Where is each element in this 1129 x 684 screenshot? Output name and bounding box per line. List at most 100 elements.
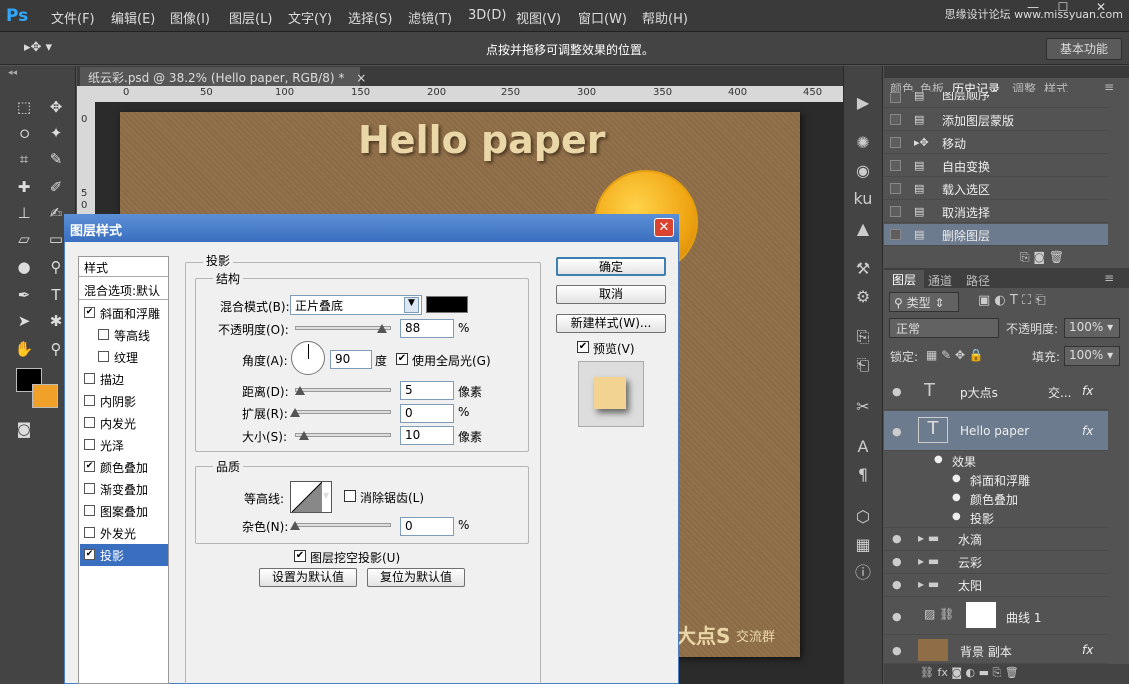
knockout-checkbox[interactable]: ✔ [294,550,306,562]
menu-edit[interactable]: 编辑(E) [111,8,155,27]
style-checkbox[interactable] [84,505,95,516]
filter-icons[interactable]: ▣ ◐ T ⛶ ⎗ [978,293,1046,308]
style-item[interactable]: ✔ 投影 [80,544,168,566]
styles-header[interactable]: 样式 [84,259,108,276]
visibility-eye-icon[interactable]: ● [952,511,961,522]
menu-type[interactable]: 文字(Y) [288,8,332,27]
maximize-button[interactable]: ☐ [1052,0,1074,16]
minimize-button[interactable]: — [1022,0,1044,16]
path-select-tool-icon[interactable]: ➤ [12,310,36,332]
history-item[interactable]: ▤ 载入选区 [884,178,1108,200]
style-checkbox[interactable]: ✔ [84,461,95,472]
quick-mask-icon[interactable]: ◙ [12,418,36,440]
knockout-label[interactable]: 图层挖空投影(U) [310,549,400,566]
menu-view[interactable]: 视图(V) [516,8,561,27]
opacity-input[interactable]: 100% ▾ [1064,318,1120,338]
opacity-slider-thumb[interactable] [377,324,387,333]
size-input[interactable]: 10 [400,426,454,445]
history-item[interactable]: ▤ 图层顺序 [884,92,1108,108]
history-item[interactable]: ▤ 自由变换 [884,155,1108,177]
style-item[interactable]: 内阴影 [80,390,168,412]
menu-layer[interactable]: 图层(L) [229,8,272,27]
group-row[interactable]: ● ▸ ▬ 云彩 [884,551,1108,574]
history-item-selected[interactable]: ▤ 删除图层 [884,224,1108,246]
dialog-close-button[interactable]: ✕ [654,218,674,237]
clone-source-icon[interactable]: ⎘ [850,326,876,348]
move-tool-icon[interactable]: ✥ [44,96,68,118]
filter-kind-select[interactable]: ⚲ 类型 ⇕ [889,292,959,312]
visibility-eye-icon[interactable]: ● [892,425,902,438]
history-item[interactable]: ▤ 取消选择 [884,201,1108,223]
style-item[interactable]: 内发光 [80,412,168,434]
crop-tool-icon[interactable]: ⌗ [12,148,36,170]
make-default-button[interactable]: 设置为默认值 [259,568,357,587]
play-icon[interactable]: ▶ [850,92,876,114]
measurement-icon[interactable]: ▦ [850,534,876,556]
healing-brush-icon[interactable]: ✚ [12,176,36,198]
lasso-tool-icon[interactable]: ഠ [12,122,36,144]
layers-footer-icons[interactable]: ⛓ fx ◙ ◐ ▬ ⎘ 🗑 [884,664,1129,684]
effect-row[interactable]: ● 投影 [884,509,1108,528]
tool-preset-icon[interactable]: ⚙ [850,286,876,308]
close-window-button[interactable]: ✕ [1090,0,1112,16]
adjustment-layer-row[interactable]: ● ▨ ⛓ 曲线 1 [884,597,1108,635]
brush-tool-icon[interactable]: ✐ [44,176,68,198]
preview-label[interactable]: 预览(V) [593,340,635,357]
style-item[interactable]: 等高线 [80,324,168,346]
style-checkbox[interactable] [84,527,95,538]
shadow-color-swatch[interactable] [426,296,468,313]
style-checkbox[interactable] [84,417,95,428]
magic-wand-tool-icon[interactable]: ✦ [44,122,68,144]
history-actions-icons[interactable]: ⎘ ◙ 🗑 [1020,250,1064,265]
menu-help[interactable]: 帮助(H) [642,8,688,27]
paths-icon[interactable]: ⎗ [850,354,876,376]
style-checkbox[interactable] [84,373,95,384]
visibility-eye-icon[interactable]: ● [892,610,902,623]
anti-alias-label[interactable]: 消除锯齿(L) [360,489,424,506]
size-slider[interactable] [295,433,391,437]
color-wheel-icon[interactable]: ◉ [850,160,876,182]
style-checkbox[interactable] [84,439,95,450]
style-checkbox[interactable]: ✔ [84,549,95,560]
eyedropper-tool-icon[interactable]: ✎ [44,148,68,170]
hand-tool-icon[interactable]: ✋ [12,338,36,360]
tab-layers[interactable]: 图层 [884,270,925,289]
anti-alias-checkbox[interactable] [344,490,356,502]
opacity-input[interactable]: 88 [400,319,454,338]
menu-3d[interactable]: 3D(D) [468,8,506,23]
menu-image[interactable]: 图像(I) [170,8,210,27]
spread-slider[interactable] [295,410,391,414]
style-checkbox[interactable] [98,329,109,340]
tools-icon[interactable]: ✂ [850,396,876,418]
style-item[interactable]: 光泽 [80,434,168,456]
lock-icons[interactable]: ▦ ✎ ✥ 🔒 [926,348,984,362]
3d-icon[interactable]: ⬡ [850,506,876,528]
group-row[interactable]: ● ▸ ▬ 水滴 [884,528,1108,551]
kuler-icon[interactable]: ku [850,188,876,210]
histogram-icon[interactable]: ▲ [850,218,876,240]
visibility-eye-icon[interactable]: ● [892,644,902,657]
menu-window[interactable]: 窗口(W) [578,8,627,27]
ok-button[interactable]: 确定 [556,257,666,276]
layer-mask-thumbnail[interactable] [966,602,996,628]
size-slider-thumb[interactable] [299,431,309,440]
blur-tool-icon[interactable]: ● [12,256,36,278]
visibility-eye-icon[interactable]: ● [934,454,943,465]
history-item[interactable]: ▤ 添加图层蒙版 [884,109,1108,131]
noise-input[interactable]: 0 [400,517,454,536]
contour-picker[interactable]: ▼ [290,481,332,513]
preview-checkbox[interactable]: ✔ [577,341,589,353]
tab-paths[interactable]: 路径 [966,272,990,289]
visibility-eye-icon[interactable]: ● [892,532,902,545]
blending-options[interactable]: 混合选项:默认 [84,282,160,299]
style-checkbox[interactable] [98,351,109,362]
collapse-icon[interactable]: ◂◂ [8,68,17,78]
eraser-tool-icon[interactable]: ▱ [12,228,36,250]
style-item[interactable]: ✔ 斜面和浮雕 [80,302,168,324]
tab-channels[interactable]: 通道 [928,272,952,289]
marquee-tool-icon[interactable]: ⬚ [12,96,36,118]
fill-input[interactable]: 100% ▾ [1064,346,1120,366]
group-row[interactable]: ● ▸ ▬ 太阳 [884,574,1108,597]
style-item[interactable]: 图案叠加 [80,500,168,522]
brush-preset-icon[interactable]: ⚒ [850,258,876,280]
